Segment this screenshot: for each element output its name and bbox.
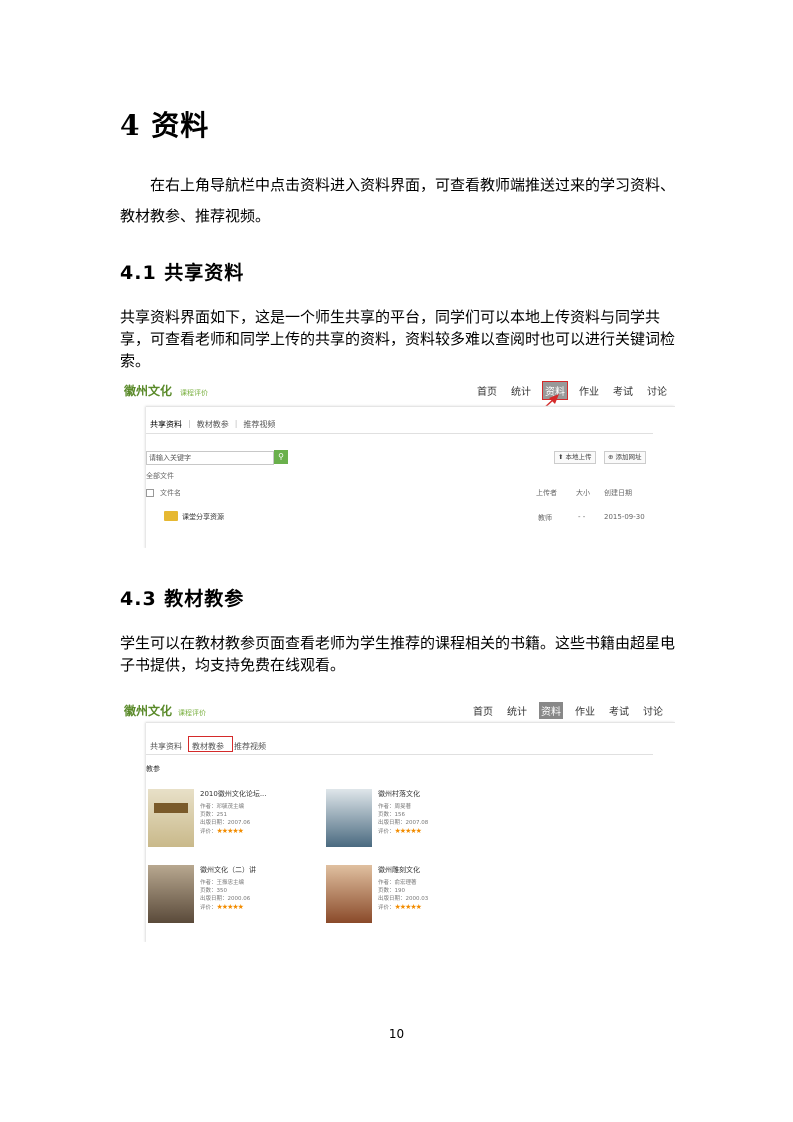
book-meta: 作者：邓毓茂主编 页数：251 出版日期：2007.06 评价：★★★★★ [200,803,250,836]
book-meta: 作者：王振忠主编 页数：350 出版日期：2000.06 评价：★★★★★ [200,879,250,912]
book-author: 作者：周旻著 [378,804,412,810]
book-date: 出版日期：2007.06 [200,820,251,826]
divider [146,433,653,434]
tab-separator: | [188,419,191,428]
book-cover[interactable] [326,865,372,923]
book-title[interactable]: 2010徽州文化论坛... [200,789,267,799]
logo: 徽州文化 [124,704,173,718]
file-name[interactable]: 课堂分享资源 [182,512,224,522]
nav-home[interactable]: 首页 [471,702,495,719]
col-filename: 文件名 [160,489,181,497]
book-title[interactable]: 徽州文化（二）讲 [200,865,256,875]
book-pages: 页数：190 [378,888,405,894]
book-cover[interactable] [326,789,372,847]
content-card: 共享资料 教材教参 推荐视频 教参 2010徽州文化论坛... 作者：邓毓茂主编… [146,722,675,942]
nav-homework[interactable]: 作业 [577,382,601,399]
book-rating: 评价：★★★★★ [200,903,250,912]
textbook-screenshot: 徽州文化 课程评价 首页 统计 资料 作业 考试 讨论 共享资料 教材教参 推荐… [120,700,675,942]
logo-subtitle: 课程评价 [178,709,206,717]
book-author: 作者：俞宏理著 [378,880,417,886]
book-date: 出版日期：2000.06 [200,896,251,902]
all-files-label: 全部文件 [146,472,174,480]
tab-videos[interactable]: 推荐视频 [234,741,266,752]
section2-text: 学生可以在教材教参页面查看老师为学生推荐的课程相关的书籍。这些书籍由超星电子书提… [120,634,676,674]
book-author: 作者：王振忠主编 [200,880,245,886]
upload-label: 本地上传 [565,453,592,461]
add-link-button[interactable]: ⊕ 添加网址 [604,451,646,464]
nav-exam[interactable]: 考试 [607,702,631,719]
select-all-checkbox[interactable] [146,489,154,497]
top-nav: 首页 统计 资料 作业 考试 讨论 [471,702,665,719]
nav-homework[interactable]: 作业 [573,702,597,719]
file-owner: 教师 [538,514,552,522]
star-icon: ★★★★★ [394,903,422,911]
search-icon[interactable]: ⚲ [274,450,288,464]
section2-title: 4.3 教材教参 [120,588,245,610]
book-meta: 作者：周旻著 页数：156 出版日期：2007.08 评价：★★★★★ [378,803,428,836]
nav-exam[interactable]: 考试 [611,382,635,399]
nav-home[interactable]: 首页 [475,382,499,399]
tab-textbooks[interactable]: 教材教参 [197,419,229,430]
star-icon: ★★★★★ [216,827,244,835]
book-pages: 页数：350 [200,888,227,894]
section-label: 教参 [146,765,160,773]
star-icon: ★★★★★ [216,903,244,911]
add-link-label: 添加网址 [615,453,642,461]
book-author: 作者：邓毓茂主编 [200,804,245,810]
book-title[interactable]: 徽州村落文化 [378,789,420,799]
content-card: 共享资料 | 教材教参 | 推荐视频 请输入关键字 ⚲ ⬆ 本地上传 ⊕ 添加网… [146,406,675,548]
file-date: 2015-09-30 [604,513,645,521]
col-size: 大小 [576,489,590,497]
top-nav: 首页 统计 资料 作业 考试 讨论 [475,381,669,400]
folder-icon [164,511,178,521]
tab-shared[interactable]: 共享资料 [150,419,182,430]
book-rating: 评价：★★★★★ [378,903,428,912]
book-date: 出版日期：2007.08 [378,820,429,826]
rating-label: 评价： [200,905,217,911]
nav-materials[interactable]: 资料 [539,702,563,719]
rating-label: 评价： [378,829,395,835]
book-meta: 作者：俞宏理著 页数：190 出版日期：2000.03 评价：★★★★★ [378,879,428,912]
highlight-box [188,736,233,752]
nav-stats[interactable]: 统计 [505,702,529,719]
tab-shared[interactable]: 共享资料 [150,741,182,752]
book-rating: 评价：★★★★★ [378,827,428,836]
book-rating: 评价：★★★★★ [200,827,250,836]
heading: 4 资料 [120,109,210,142]
search-input[interactable]: 请输入关键字 [146,451,274,465]
nav-discussion[interactable]: 讨论 [645,382,669,399]
book-title[interactable]: 徽州雕刻文化 [378,865,420,875]
divider [146,754,653,755]
page-number: 10 [388,1027,405,1041]
star-icon: ★★★★★ [394,827,422,835]
book-pages: 页数：156 [378,812,405,818]
rating-label: 评价： [200,829,217,835]
shared-materials-screenshot: 徽州文化 课程评价 首页 统计 资料 作业 考试 讨论 共享资料 | 教材教参 … [120,380,675,548]
rating-label: 评价： [378,905,395,911]
col-date: 创建日期 [604,489,632,497]
tab-separator: | [234,419,238,428]
upload-button[interactable]: ⬆ 本地上传 [554,451,596,464]
file-size: - - [578,513,586,521]
logo: 徽州文化 [124,384,173,398]
book-cover[interactable] [148,865,194,923]
tab-bar: 共享资料 | 教材教参 | 推荐视频 [150,419,275,430]
intro-paragraph: 在右上角导航栏中点击资料进入资料界面，可查看教师端推送过来的学习资料、教材教参、… [120,176,676,225]
section1-text: 共享资料界面如下，这是一个师生共享的平台，同学们可以本地上传资料与同学共享，可查… [120,308,676,370]
book-cover[interactable] [148,789,194,847]
nav-discussion[interactable]: 讨论 [641,702,665,719]
logo-subtitle: 课程评价 [180,389,208,397]
col-uploader: 上传者 [536,489,557,497]
book-date: 出版日期：2000.03 [378,896,429,902]
section1-title: 4.1 共享资料 [120,262,245,284]
tab-videos[interactable]: 推荐视频 [243,419,275,430]
book-pages: 页数：251 [200,812,227,818]
